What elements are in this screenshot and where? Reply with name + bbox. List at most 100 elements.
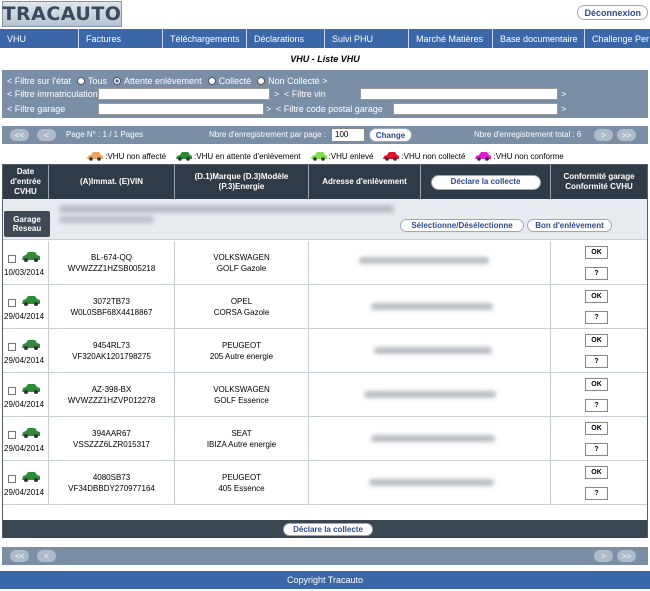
cp-filter-label: < Filtre code postal garage: [276, 104, 383, 114]
date-cell: 29/04/2014: [3, 285, 49, 329]
car-green-icon: [22, 384, 40, 394]
address-redacted: [369, 479, 494, 486]
conformite-unknown-button[interactable]: ?: [585, 443, 608, 456]
row-checkbox[interactable]: [8, 475, 16, 483]
table-row: 29/04/2014 394AAR67 VSSZZZ6LZR015317 SEA…: [3, 417, 647, 461]
garage-filter-input[interactable]: [98, 103, 264, 115]
menu-item-vhu[interactable]: VHU: [0, 29, 79, 48]
immat-value: BL-674-QQ: [91, 253, 132, 262]
radio-non-collecte[interactable]: [257, 77, 266, 85]
header-declare-cell: Déclare la collecte: [421, 165, 551, 199]
footer: Copyright Tracauto: [0, 571, 650, 589]
logout-button[interactable]: Déconnexion: [577, 5, 648, 20]
conformite-ok-button[interactable]: OK: [585, 334, 608, 347]
pager-top: << < Page N° : 1 / 1 Pages Nbre d'enregi…: [2, 126, 648, 144]
vin-arrow: >: [561, 89, 567, 99]
conformite-cell: OK ?: [551, 373, 647, 417]
immat-cell: 394AAR67 VSSZZZ6LZR015317: [49, 417, 175, 461]
entry-date: 29/04/2014: [4, 312, 45, 321]
prev-page-button[interactable]: <: [37, 550, 56, 562]
conformite-unknown-button[interactable]: ?: [585, 267, 608, 280]
cp-filter-input[interactable]: [393, 103, 558, 115]
menu-item-challenge[interactable]: Challenge Per: [585, 29, 650, 48]
vin-value: WVWZZZ1HZSB005218: [67, 264, 156, 273]
prev-page-button[interactable]: <: [37, 129, 56, 141]
first-page-button[interactable]: <<: [10, 129, 29, 141]
row-checkbox[interactable]: [8, 387, 16, 395]
pager-bottom: << < > >>: [2, 547, 648, 565]
immat-cell: 9454RL73 VF320AK1201798275: [49, 329, 175, 373]
radio-non-collecte-label: Non Collecté >: [268, 76, 328, 86]
menu-item-declarations[interactable]: Déclarations: [247, 29, 325, 48]
total-records: Nbre d'enregistrement total : 6: [474, 130, 582, 139]
menu-item-base-documentaire[interactable]: Base documentaire: [493, 29, 585, 48]
declare-collecte-footer-button[interactable]: Déclare la collecte: [283, 523, 373, 536]
legend-non-collecte-label: :VHU non collecté: [401, 151, 466, 161]
legend-attente-label: :VHU en attente d'enlèvement: [194, 151, 301, 161]
main-menu: VHU Factures Téléchargements Déclaration…: [0, 29, 650, 48]
car-green-icon: [22, 296, 40, 306]
menu-item-factures[interactable]: Factures: [79, 29, 163, 48]
declare-collecte-header-button[interactable]: Déclare la collecte: [430, 174, 541, 190]
header-marque-modele: (D.1)Marque (D.3)Modèle (P.3)Energie: [175, 165, 309, 199]
vin-value: WVWZZZ1HZVP012278: [67, 396, 156, 405]
marque-value: PEUGEOT: [221, 473, 262, 482]
conformite-ok-button[interactable]: OK: [585, 246, 608, 259]
car-green-icon: [22, 252, 40, 262]
conformite-unknown-button[interactable]: ?: [585, 311, 608, 324]
etat-filter-label: < Filtre sur l'état: [7, 76, 71, 86]
immat-cell: 3072TB73 W0L0SBF68X4418867: [49, 285, 175, 329]
date-cell: 10/03/2014: [3, 241, 49, 285]
marque-cell: VOLKSWAGEN GOLF Gazole: [175, 241, 309, 285]
address-redacted: [364, 391, 496, 398]
conformite-ok-button[interactable]: OK: [585, 378, 608, 391]
modele-value: GOLF Essence: [214, 396, 269, 405]
conformite-ok-button[interactable]: OK: [585, 422, 608, 435]
next-page-button[interactable]: >: [594, 129, 613, 141]
conformite-ok-button[interactable]: OK: [585, 466, 608, 479]
menu-item-marche-matieres[interactable]: Marché Matières: [409, 29, 493, 48]
car-red-icon: [383, 152, 400, 161]
vin-value: VSSZZZ6LZR015317: [73, 440, 150, 449]
conformite-unknown-button[interactable]: ?: [585, 355, 608, 368]
menu-item-suivi-phu[interactable]: Suivi PHU: [325, 29, 409, 48]
header-immat-vin: (A)Immat. (E)VIN: [49, 165, 175, 199]
bon-enlevement-button[interactable]: Bon d'enlèvement: [527, 219, 612, 232]
conformite-ok-button[interactable]: OK: [585, 290, 608, 303]
change-button[interactable]: Change: [369, 128, 412, 142]
conformite-unknown-button[interactable]: ?: [585, 399, 608, 412]
radio-attente-enlevement[interactable]: [113, 77, 122, 85]
legend-non-conforme: :VHU non conforme: [474, 151, 564, 161]
select-deselect-button[interactable]: Sélectionne/Désélectionne: [400, 219, 524, 232]
row-checkbox[interactable]: [8, 343, 16, 351]
adresse-cell: [309, 241, 551, 285]
car-green-icon: [22, 340, 40, 350]
conformite-cell: OK ?: [551, 329, 647, 373]
conformite-cell: OK ?: [551, 417, 647, 461]
radio-tous[interactable]: [77, 77, 85, 85]
radio-collecte-label: Collecté: [218, 76, 252, 86]
menu-item-telechargements[interactable]: Téléchargements: [163, 29, 247, 48]
legend-enleve-label: :VHU enlevé: [328, 151, 374, 161]
row-checkbox[interactable]: [8, 431, 16, 439]
filter-panel: < Filtre sur l'état Tous Attente enlèvem…: [2, 70, 648, 118]
row-checkbox[interactable]: [8, 255, 16, 263]
immat-filter-input[interactable]: [98, 88, 270, 100]
vin-filter-input[interactable]: [360, 88, 558, 100]
immat-value: AZ-398-BX: [91, 385, 132, 394]
row-checkbox[interactable]: [8, 299, 16, 307]
table-row: 29/04/2014 4080SB73 VF34DBBDY270977164 P…: [3, 461, 647, 505]
car-orange-icon: [87, 152, 104, 161]
last-page-button[interactable]: >>: [617, 550, 636, 562]
next-page-button[interactable]: >: [594, 550, 613, 562]
immat-cell: BL-674-QQ WVWZZZ1HZSB005218: [49, 241, 175, 285]
car-lightgreen-icon: [310, 152, 327, 161]
adresse-cell: [309, 329, 551, 373]
first-page-button[interactable]: <<: [10, 550, 29, 562]
last-page-button[interactable]: >>: [617, 129, 636, 141]
conformite-unknown-button[interactable]: ?: [585, 487, 608, 500]
vin-value: VF34DBBDY270977164: [68, 484, 155, 493]
radio-collecte[interactable]: [207, 77, 216, 85]
garage-arrow: >: [266, 104, 272, 114]
per-page-input[interactable]: 100: [331, 128, 365, 142]
